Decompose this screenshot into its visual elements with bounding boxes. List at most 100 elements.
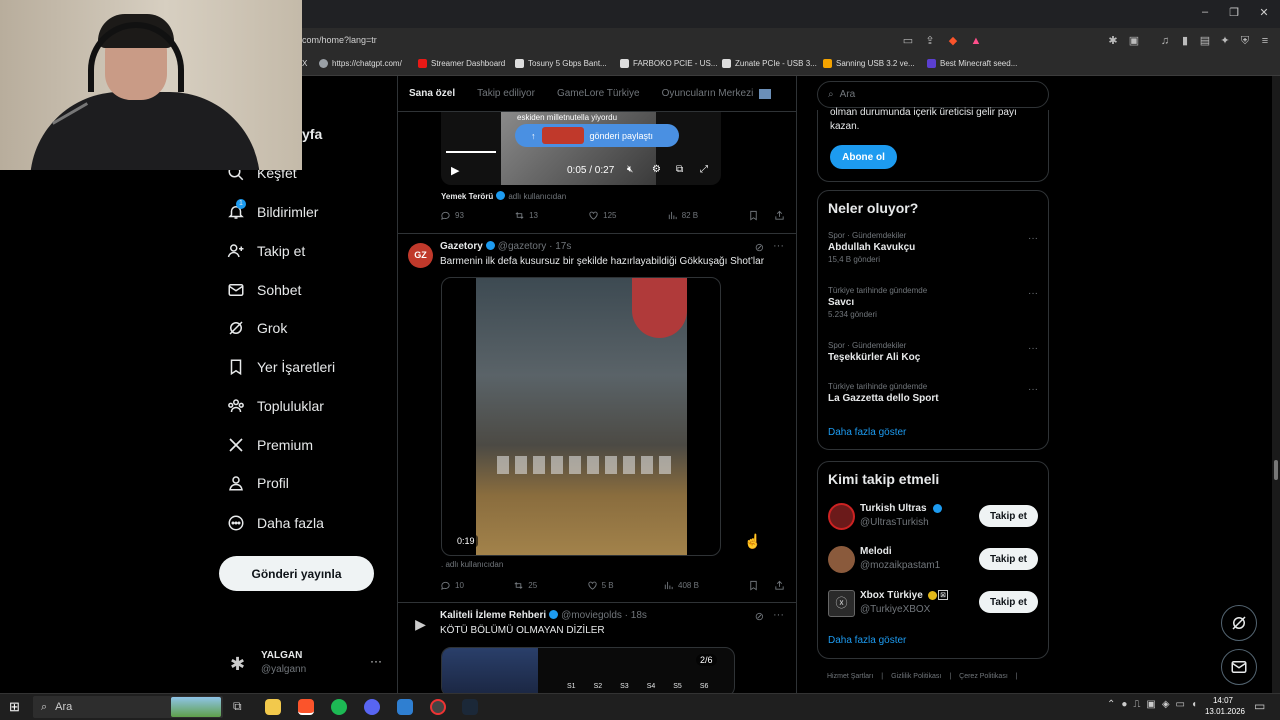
bookmark-farboko[interactable]: FARBOKO PCIE - US...	[620, 59, 717, 68]
more-icon[interactable]: ···	[1028, 384, 1038, 395]
scrollbar-thumb[interactable]	[1274, 460, 1278, 480]
footer-link[interactable]: Çerez Politikası	[959, 673, 1008, 680]
nav-premium[interactable]: Premium	[227, 431, 313, 459]
tab-following[interactable]: Takip ediliyor	[477, 88, 535, 99]
wallet-icon[interactable]: ▤	[1198, 34, 1212, 48]
taskbar-search[interactable]: ⌕ Ara	[33, 696, 223, 718]
video-player[interactable]: 0:19	[441, 277, 721, 556]
nav-profile[interactable]: Profil	[227, 469, 289, 497]
leo-ai-icon[interactable]: ✦	[1218, 34, 1232, 48]
fullscreen-icon[interactable]: ⤢	[700, 164, 708, 175]
brave-rewards-icon[interactable]: ▲	[969, 34, 983, 48]
post-button[interactable]: Gönderi yayınla	[219, 556, 374, 591]
video-attribution[interactable]: Yemek Terörü adlı kullanıcıdan	[441, 191, 566, 201]
account-more-icon[interactable]: ···	[370, 654, 382, 668]
close-icon[interactable]: ✕	[1257, 6, 1271, 19]
nav-home-partial[interactable]: yfa	[302, 126, 322, 142]
spotify-icon[interactable]	[331, 699, 347, 715]
app-icon[interactable]	[397, 699, 413, 715]
bookmark-minecraft[interactable]: Best Minecraft seed...	[927, 59, 1017, 68]
trend-item[interactable]: Spor · Gündemdekiler Teşekkürler Ali Koç…	[828, 341, 1038, 363]
brave-shield-icon[interactable]: ◆	[946, 34, 960, 48]
views-button[interactable]: 82 B	[667, 210, 698, 221]
nav-chat[interactable]: Sohbet	[227, 276, 301, 304]
messages-fab-button[interactable]	[1221, 649, 1257, 685]
nav-bookmarks[interactable]: Yer İşaretleri	[227, 353, 335, 381]
views-button[interactable]: 408 B	[663, 580, 699, 591]
task-view-icon[interactable]: ⧉	[233, 699, 242, 714]
screen-icon[interactable]: ▭	[901, 34, 915, 48]
restore-icon[interactable]: ❐	[1227, 6, 1241, 19]
system-tray-icons[interactable]: ⌃●⎍▣◈▭◖	[1107, 699, 1203, 710]
nav-grok[interactable]: Grok	[227, 314, 287, 342]
tweet-time[interactable]: · 18s	[625, 610, 647, 621]
reply-button[interactable]: 10	[440, 580, 464, 591]
reply-button[interactable]: 93	[440, 210, 464, 221]
follow-button[interactable]: Takip et	[979, 548, 1038, 570]
trend-item[interactable]: Türkiye tarihinde gündemde Savcı 5.234 g…	[828, 286, 1038, 319]
follow-button[interactable]: Takip et	[979, 591, 1038, 613]
nav-more[interactable]: Daha fazla	[227, 509, 324, 537]
brave-browser-icon[interactable]	[298, 699, 314, 715]
bookmark-tosuny[interactable]: Tosuny 5 Gbps Bant...	[515, 59, 607, 68]
windows-start-icon[interactable]: ⊞	[9, 699, 20, 715]
tab-gamelore[interactable]: GameLore Türkiye	[557, 88, 640, 99]
more-icon[interactable]: ···	[1028, 343, 1038, 354]
play-icon[interactable]: ▶	[451, 164, 459, 177]
author-name[interactable]: Gazetory	[440, 241, 483, 252]
tab-for-you[interactable]: Sana özel	[409, 88, 455, 99]
show-more-trends[interactable]: Daha fazla göster	[828, 427, 906, 438]
trend-item[interactable]: Spor · Gündemdekiler Abdullah Kavukçu 15…	[828, 231, 1038, 264]
video-player[interactable]: eskiden milletnutella yiyordu ↑ gönderi …	[441, 112, 721, 185]
menu-icon[interactable]: ≡	[1258, 34, 1272, 48]
page-scrollbar[interactable]	[1272, 76, 1280, 693]
grok-icon[interactable]: ⊘	[755, 241, 764, 254]
tweet-gazetory[interactable]: GZ Gazetory @gazetory · 17s ⊘ ··· Barmeni…	[398, 235, 796, 603]
more-icon[interactable]: ···	[773, 609, 784, 621]
footer-link[interactable]: Hizmet Şartları	[827, 673, 873, 680]
music-icon[interactable]: ♫	[1158, 34, 1172, 48]
show-more-follows[interactable]: Daha fazla göster	[828, 635, 906, 646]
notification-center-icon[interactable]: ▭	[1254, 699, 1265, 713]
bookmark-streamer-dashboard[interactable]: Streamer Dashboard	[418, 59, 505, 68]
bookmark-zunate[interactable]: Zunate PCIe - USB 3...	[722, 59, 817, 68]
steam-icon[interactable]	[462, 699, 478, 715]
clock-time[interactable]: 14:07	[1203, 696, 1243, 705]
tweet-time[interactable]: · 17s	[549, 241, 571, 252]
sidebar-toggle-icon[interactable]: ▮	[1178, 34, 1192, 48]
more-icon[interactable]: ···	[773, 240, 784, 252]
avatar[interactable]: GZ	[408, 243, 433, 268]
subscribe-button[interactable]: Abone ol	[830, 145, 897, 169]
like-button[interactable]: 125	[588, 210, 617, 221]
extensions-icon[interactable]: ✱	[1106, 34, 1120, 48]
tweet-yemek-terroru[interactable]: eskiden milletnutella yiyordu ↑ gönderi …	[398, 112, 796, 234]
search-input[interactable]: ⌕ Ara	[817, 81, 1049, 108]
image-carousel[interactable]: 2/6 S1 S2 S3 S4 S5 S6	[441, 647, 735, 693]
settings-icon[interactable]: ⚙	[652, 164, 661, 175]
author-name[interactable]: Kaliteli İzleme Rehberi	[440, 610, 546, 621]
repost-button[interactable]: 13	[514, 210, 538, 221]
footer-link[interactable]: Gizlilik Politikası	[891, 673, 941, 680]
nav-communities[interactable]: Topluluklar	[227, 392, 324, 420]
tab-icon[interactable]: ▣	[1127, 34, 1141, 48]
vpn-icon[interactable]: ⛨	[1238, 34, 1252, 48]
url-field[interactable]: com/home?lang=tr	[302, 35, 377, 45]
tweet-kaliteli-izleme[interactable]: ▶ Kaliteli İzleme Rehberi @moviegolds · 1…	[398, 604, 796, 693]
follow-button[interactable]: Takip et	[979, 505, 1038, 527]
nav-notifications[interactable]: 1 Bildirimler	[227, 198, 318, 226]
discord-icon[interactable]	[364, 699, 380, 715]
like-button[interactable]: 5 B	[587, 580, 614, 591]
video-progress-bar[interactable]	[446, 151, 496, 153]
file-explorer-icon[interactable]	[265, 699, 281, 715]
grok-fab-button[interactable]	[1221, 605, 1257, 641]
repost-button[interactable]: 25	[513, 580, 537, 591]
nav-follow[interactable]: Takip et	[227, 237, 305, 265]
author-handle[interactable]: @gazetory	[498, 241, 547, 252]
more-icon[interactable]: ···	[1028, 288, 1038, 299]
more-icon[interactable]: ···	[1028, 233, 1038, 244]
author-handle[interactable]: @moviegolds	[561, 610, 622, 621]
account-switcher[interactable]: ✱ YALGAN @yalgann ···	[226, 646, 386, 682]
bookmark-chatgpt[interactable]: https://chatgpt.com/	[319, 59, 402, 68]
grok-icon[interactable]: ⊘	[755, 610, 764, 623]
avatar[interactable]: ▶	[408, 612, 433, 637]
